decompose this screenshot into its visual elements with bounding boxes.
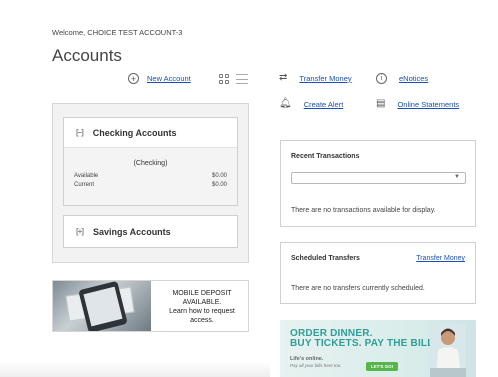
transfer-money-link-secondary[interactable]: Transfer Money [416,255,465,262]
checking-accounts-card[interactable]: [–] Checking Accounts (Checking) Availab… [63,117,238,206]
person-illustration [430,324,466,377]
no-transactions-message: There are no transactions available for … [291,207,436,214]
balance-label: Current [74,182,95,188]
savings-title: Savings Accounts [93,226,171,237]
promo-line: MOBILE DEPOSIT [172,290,232,297]
transfer-arrows-icon: ⇄ [279,72,288,83]
promo-line: access. [190,317,214,324]
balance-value: $0.00 [211,182,227,188]
scheduled-transfers-panel: Scheduled Transfers Transfer Money There… [280,242,476,304]
promo-line: AVAILABLE. [182,299,222,306]
checking-account-item[interactable]: (Checking) Available $0.00 Current $0.00 [64,148,237,205]
no-transfers-message: There are no transfers currently schedul… [291,285,425,292]
online-statements-action[interactable]: ▤ Online Statements [376,99,459,109]
checking-header[interactable]: [–] Checking Accounts [64,118,237,148]
welcome-text: Welcome, CHOICE TEST ACCOUNT-3 [52,28,183,37]
transfer-money-action[interactable]: ⇄ Transfer Money [279,73,352,83]
online-statements-link[interactable]: Online Statements [397,100,459,109]
collapse-icon[interactable]: [–] [76,128,84,137]
recent-transactions-title: Recent Transactions [291,153,360,160]
banner-heading: ORDER DINNER. BUY TICKETS. PAY THE BILLS… [290,329,443,349]
bell-icon: 🔔︎ [279,98,292,109]
chevron-down-icon: ▼ [454,174,460,180]
balance-row: Available $0.00 [64,173,237,179]
plus-circle-icon: + [128,73,139,84]
checking-title: Checking Accounts [92,127,177,138]
promo-line: Learn how to request [169,308,235,315]
mobile-deposit-promo[interactable]: MOBILE DEPOSIT AVAILABLE. Learn how to r… [52,280,249,332]
banner-subtext: Pay all your bills here too. [290,363,342,368]
bill-pay-banner[interactable]: ORDER DINNER. BUY TICKETS. PAY THE BILLS… [280,320,476,377]
create-alert-link[interactable]: Create Alert [304,100,344,109]
new-account-action[interactable]: + New Account [128,73,191,84]
recent-transactions-panel: Recent Transactions ▼ There are no trans… [280,140,476,227]
list-view-icon[interactable] [236,74,248,84]
scheduled-transfers-title: Scheduled Transfers [291,255,360,262]
transfer-money-link[interactable]: Transfer Money [299,74,351,83]
expand-icon[interactable]: [+] [76,227,84,236]
info-icon: i [376,73,387,84]
grid-view-icon[interactable] [219,74,229,84]
account-name[interactable]: (Checking) [64,160,237,167]
accounts-panel: [–] Checking Accounts (Checking) Availab… [52,103,249,263]
balance-row: Current $0.00 [64,182,237,188]
mobile-deposit-image [53,281,151,331]
lets-go-button[interactable]: LET'S GO! [366,362,398,371]
document-icon: ▤ [376,98,386,109]
savings-accounts-card[interactable]: [+] Savings Accounts [63,215,238,248]
create-alert-action[interactable]: 🔔︎ Create Alert [279,99,343,109]
banner-subtext: Life's online. [290,356,324,362]
balance-label: Available [74,173,99,179]
new-account-link[interactable]: New Account [147,74,191,83]
bottom-bar [0,362,270,377]
balance-value: $0.00 [211,173,227,179]
account-select[interactable]: ▼ [291,172,466,184]
savings-header[interactable]: [+] Savings Accounts [64,216,237,247]
banner-line: BUY TICKETS. PAY THE BILLS. [290,338,444,349]
promo-text[interactable]: MOBILE DEPOSIT AVAILABLE. Learn how to r… [157,289,247,325]
enotices-link[interactable]: eNotices [399,74,428,83]
enotices-action[interactable]: i eNotices [376,73,428,84]
page-title: Accounts [52,46,122,65]
